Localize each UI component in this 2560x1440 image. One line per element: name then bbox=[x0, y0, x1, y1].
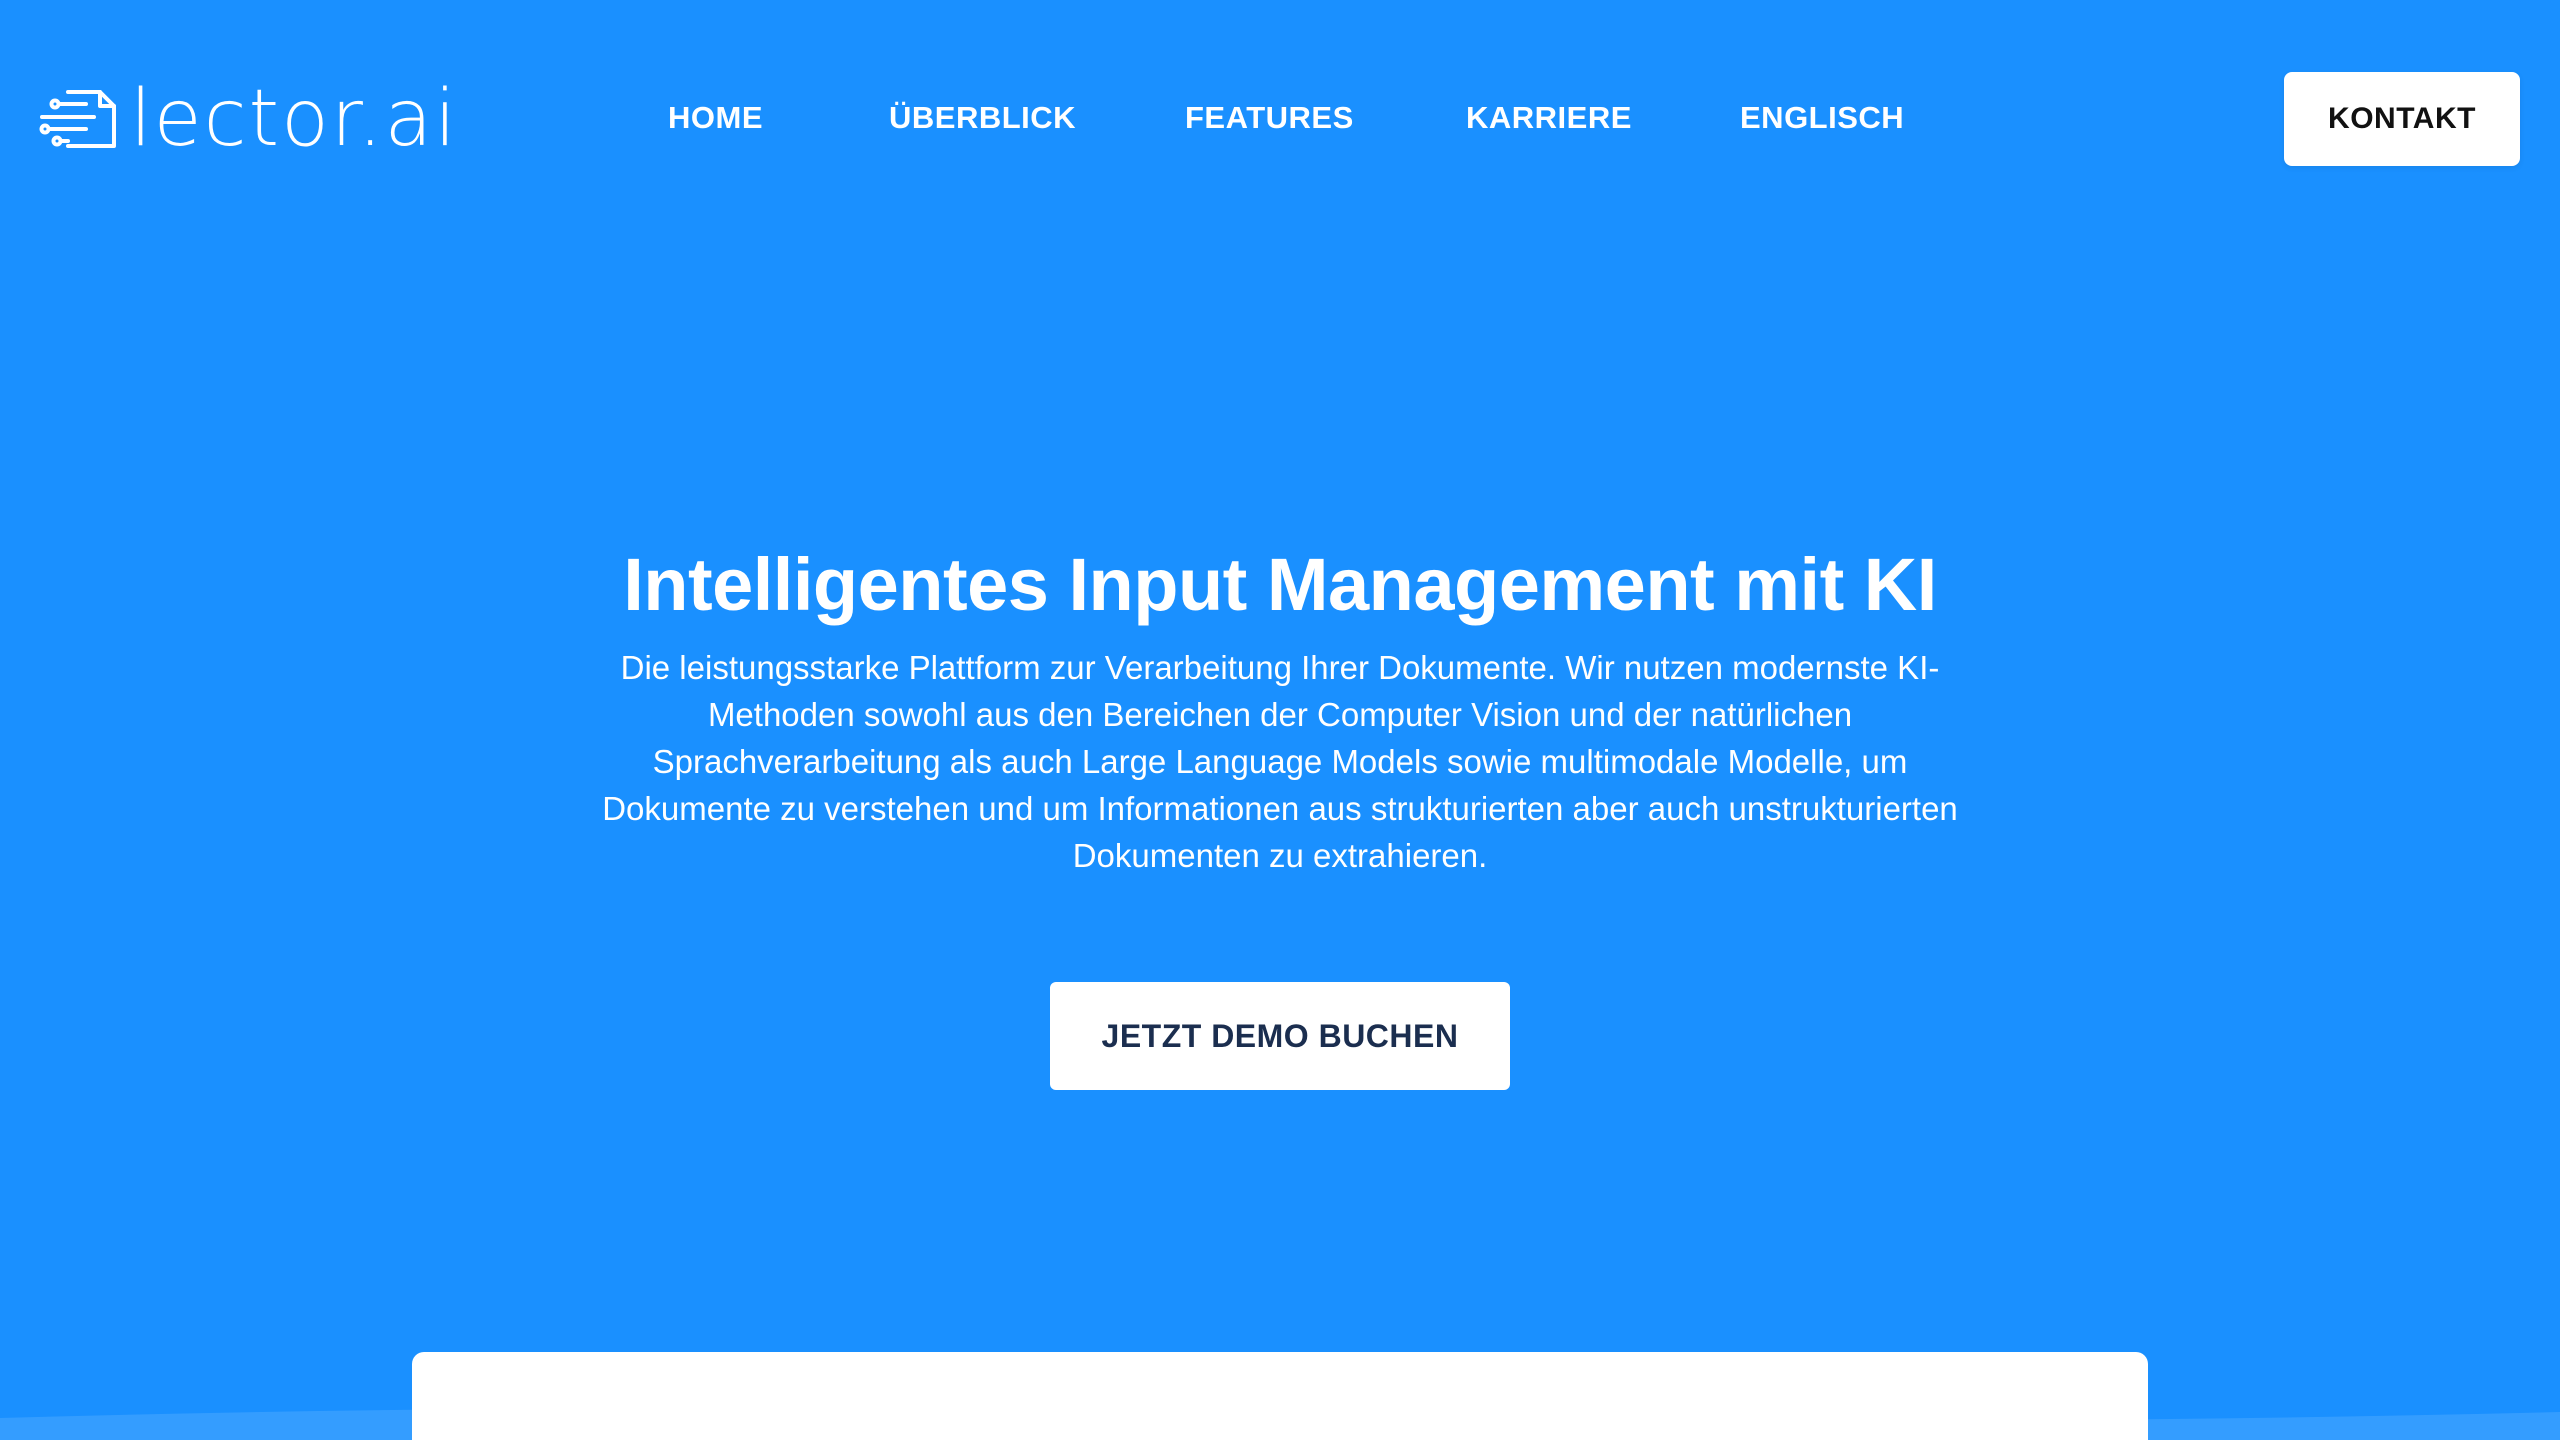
nav-item-karriere[interactable]: KARRIERE bbox=[1466, 96, 1632, 140]
main-navigation: HOME ÜBERBLICK FEATURES KARRIERE ENGLISC… bbox=[0, 96, 2560, 140]
hero-title: Intelligentes Input Management mit KI bbox=[623, 543, 1937, 626]
nav-item-englisch[interactable]: ENGLISCH bbox=[1740, 96, 1904, 140]
nav-item-features[interactable]: FEATURES bbox=[1185, 96, 1354, 140]
contact-button[interactable]: KONTAKT bbox=[2284, 72, 2520, 166]
content-card bbox=[412, 1352, 2148, 1440]
nav-item-home[interactable]: HOME bbox=[668, 96, 763, 140]
book-demo-button[interactable]: JETZT DEMO BUCHEN bbox=[1050, 982, 1510, 1090]
hero-description: Die leistungsstarke Plattform zur Verarb… bbox=[602, 649, 1958, 874]
landing-page: lector.ai HOME ÜBERBLICK FEATURES KARRIE… bbox=[0, 0, 2560, 1440]
nav-item-ueberblick[interactable]: ÜBERBLICK bbox=[889, 96, 1076, 140]
